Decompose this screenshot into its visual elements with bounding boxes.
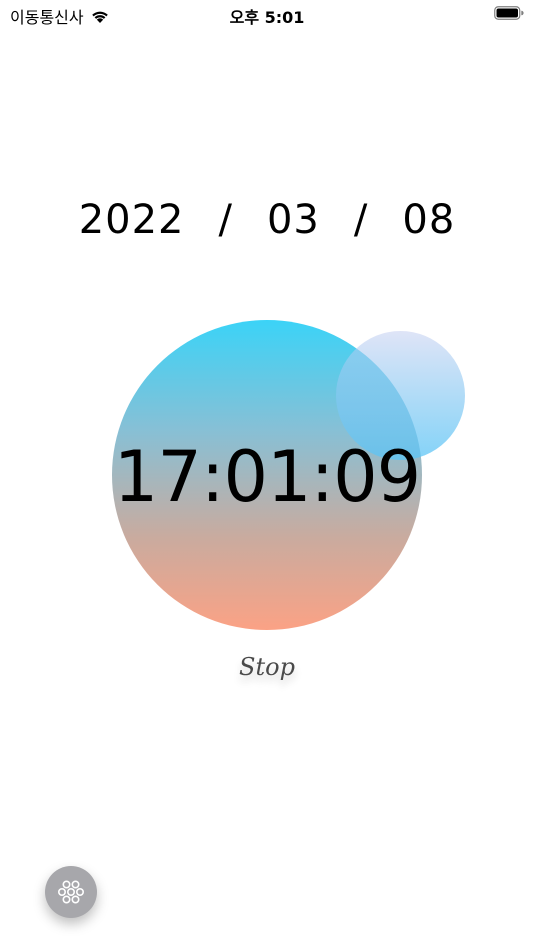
date-year: 2022: [78, 197, 185, 243]
status-bar: 이동통신사 오후 5:01: [0, 0, 534, 28]
date-separator: /: [353, 197, 369, 243]
date-display: 2022 / 03 / 08: [0, 197, 534, 243]
app-screen: 이동통신사 오후 5:01 2022 / 03 / 08 17:01:09 St…: [0, 0, 534, 950]
time-display: 17:01:09: [113, 436, 421, 518]
flower-menu-icon: [57, 880, 84, 904]
menu-fab-button[interactable]: [45, 866, 97, 918]
date-day: 08: [402, 197, 456, 243]
status-time: 오후 5:01: [229, 8, 305, 27]
date-month: 03: [266, 197, 320, 243]
stop-button[interactable]: Stop: [220, 645, 314, 689]
battery-icon: [494, 6, 524, 20]
date-separator: /: [218, 197, 233, 243]
